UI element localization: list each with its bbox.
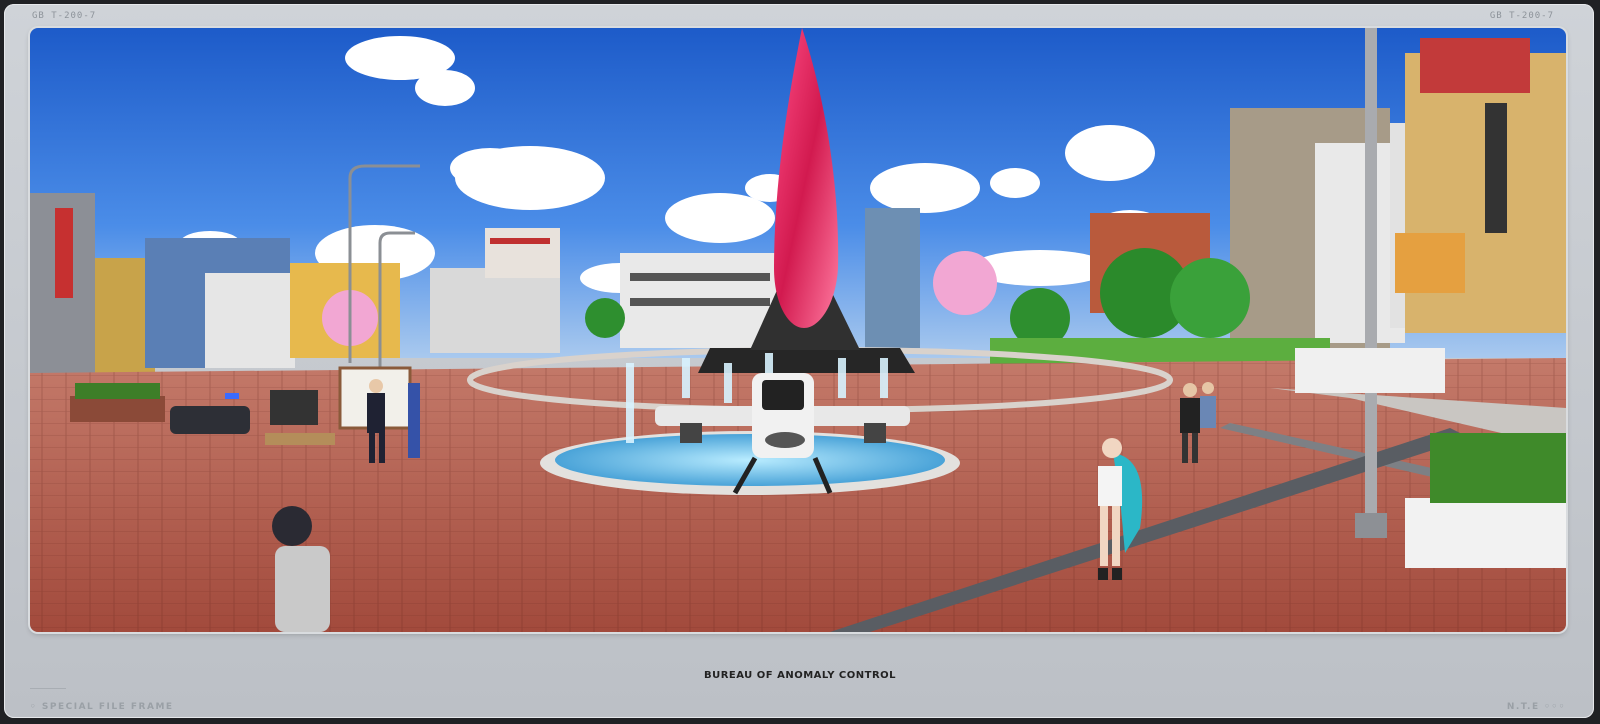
frame-caption: BUREAU OF ANOMALY CONTROL bbox=[703, 670, 897, 681]
corner-code-left: GB T-200-7 bbox=[32, 11, 97, 21]
corner-code-right: GB T-200-7 bbox=[1489, 11, 1554, 21]
footer-label-right: N.T.E ◦◦◦ bbox=[1506, 702, 1566, 712]
scene-screenshot bbox=[30, 28, 1566, 632]
footer-label-left: ◦ SPECIAL FILE FRAME bbox=[30, 702, 174, 712]
divider bbox=[30, 688, 66, 689]
tall-pole bbox=[1365, 28, 1377, 518]
